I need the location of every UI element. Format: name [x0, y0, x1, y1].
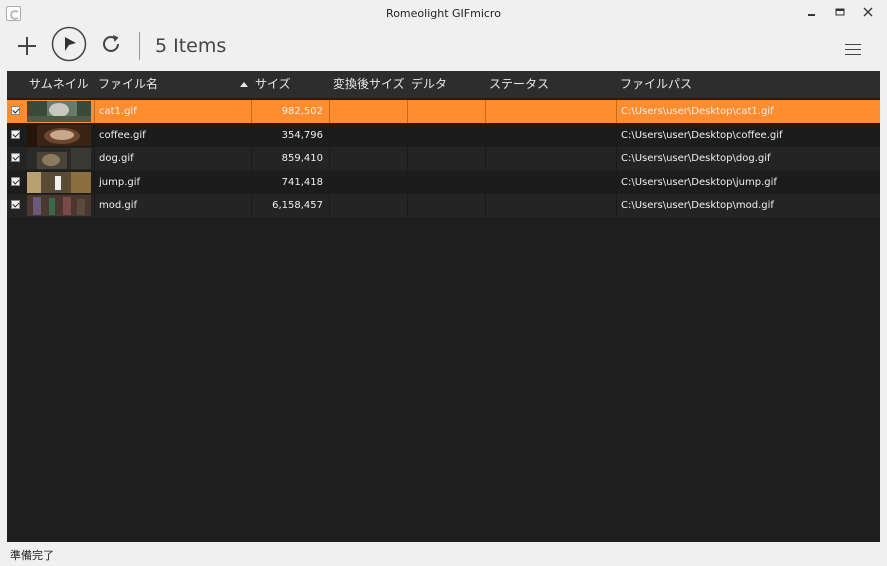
delta-cell: [411, 100, 483, 123]
table-row[interactable]: jump.gif 741,418 C:\Users\user\Desktop\jum…: [7, 170, 880, 194]
close-button[interactable]: [857, 4, 879, 24]
row-checkbox[interactable]: [11, 129, 20, 139]
column-header-size[interactable]: サイズ: [255, 71, 291, 98]
row-checkbox[interactable]: [11, 106, 20, 115]
filepath-cell: C:\Users\user\Desktop\mod.gif: [621, 200, 774, 211]
converted-size-cell: [333, 194, 405, 217]
add-button[interactable]: [14, 33, 40, 59]
column-header-delta[interactable]: デルタ: [411, 71, 447, 98]
converted-size-cell: [333, 171, 405, 194]
filepath-cell: C:\Users\user\Desktop\cat1.gif: [621, 106, 774, 117]
thumbnail-image: [27, 171, 91, 193]
table-row[interactable]: coffee.gif 354,796 C:\Users\user\Desktop\c…: [7, 123, 880, 147]
minimize-icon: [808, 14, 815, 16]
toolbar: [0, 25, 887, 68]
column-header-status[interactable]: ステータス: [489, 71, 549, 98]
filepath-cell: C:\Users\user\Desktop\dog.gif: [621, 153, 771, 164]
status-cell: [489, 100, 614, 123]
table-row[interactable]: cat1.gif 982,502 C:\Users\user\Desktop\cat…: [7, 100, 880, 123]
status-cell: [489, 124, 614, 147]
play-button[interactable]: [50, 25, 88, 63]
plus-icon: [18, 37, 36, 55]
thumbnail-image: [27, 148, 91, 169]
filename-cell: coffee.gif: [99, 129, 146, 141]
play-icon: [51, 26, 87, 62]
status-bar: 準備完了: [0, 543, 887, 566]
delta-cell: [411, 124, 483, 147]
converted-size-cell: [333, 147, 405, 170]
column-header-converted-size[interactable]: 変換後サイズ: [333, 71, 405, 98]
delta-cell: [411, 171, 483, 194]
status-cell: [489, 147, 614, 170]
row-checkbox[interactable]: [11, 153, 20, 162]
filename-cell: cat1.gif: [99, 106, 137, 117]
thumbnail-image: [27, 101, 91, 122]
maximize-button[interactable]: [829, 4, 851, 24]
table-row[interactable]: mod.gif 6,158,457 C:\Users\user\Desktop\mo…: [7, 194, 880, 217]
sort-ascending-icon: [240, 82, 248, 87]
table-row[interactable]: dog.gif 859,410 C:\Users\user\Desktop\dog.…: [7, 147, 880, 170]
thumbnail-image: [27, 124, 91, 146]
row-checkbox[interactable]: [11, 200, 20, 209]
delta-cell: [411, 194, 483, 217]
filename-cell: mod.gif: [99, 200, 138, 211]
status-cell: [489, 194, 614, 217]
title-bar: Romeolight GIFmicro: [0, 0, 887, 28]
window-title: Romeolight GIFmicro: [386, 7, 501, 20]
toolbar-divider: [139, 32, 140, 60]
column-header-filename[interactable]: ファイル名: [98, 71, 158, 98]
filepath-cell: C:\Users\user\Desktop\coffee.gif: [621, 129, 783, 141]
column-header-thumbnail[interactable]: サムネイル: [29, 71, 89, 98]
size-cell: 859,410: [281, 153, 323, 164]
grid-header: サムネイル ファイル名 サイズ 変換後サイズ デルタ ステータス ファイルパス: [7, 71, 880, 98]
size-cell: 6,158,457: [272, 200, 323, 211]
column-header-filepath[interactable]: ファイルパス: [620, 71, 692, 98]
filepath-cell: C:\Users\user\Desktop\jump.gif: [621, 176, 777, 188]
refresh-button[interactable]: [98, 31, 124, 57]
close-icon: [863, 7, 873, 17]
hamburger-menu-icon[interactable]: [845, 44, 861, 55]
status-cell: [489, 171, 614, 194]
row-checkbox[interactable]: [11, 176, 20, 186]
size-cell: 982,502: [281, 106, 323, 117]
filename-cell: jump.gif: [99, 176, 141, 188]
minimize-button[interactable]: [801, 4, 823, 24]
file-list-grid[interactable]: サムネイル ファイル名 サイズ 変換後サイズ デルタ ステータス ファイルパス …: [7, 71, 880, 542]
status-text: 準備完了: [10, 549, 54, 562]
filename-cell: dog.gif: [99, 153, 134, 164]
converted-size-cell: [333, 124, 405, 147]
size-cell: 354,796: [281, 129, 323, 141]
maximize-icon: [835, 8, 845, 16]
converted-size-cell: [333, 100, 405, 123]
refresh-icon: [103, 35, 119, 52]
size-cell: 741,418: [281, 176, 323, 188]
items-count: 5 Items: [155, 35, 227, 57]
delta-cell: [411, 147, 483, 170]
thumbnail-image: [27, 195, 91, 216]
